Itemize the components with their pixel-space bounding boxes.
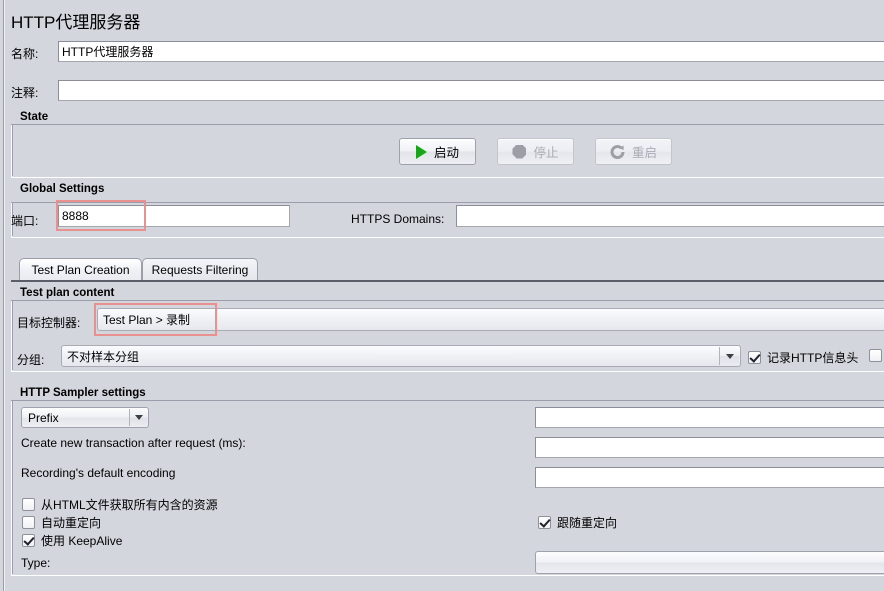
stop-button[interactable]: 停止 xyxy=(497,138,574,165)
follow-redirects-checkbox[interactable]: 跟随重定向 xyxy=(538,514,617,531)
chevron-down-icon[interactable] xyxy=(129,409,147,426)
recording-default-encoding-label: Recording's default encoding xyxy=(21,466,176,480)
start-button-label: 启动 xyxy=(433,146,459,160)
name-input[interactable]: HTTP代理服务器 xyxy=(58,41,884,62)
auto-redirect-checkbox[interactable]: 自动重定向 xyxy=(22,514,101,531)
create-new-transaction-label: Create new transaction after request (ms… xyxy=(21,436,246,450)
port-input[interactable]: 8888 xyxy=(58,205,290,227)
stop-icon xyxy=(512,144,527,159)
follow-redirects-label: 跟随重定向 xyxy=(557,516,618,530)
target-controller-value: Test Plan > 录制 xyxy=(103,313,191,327)
checkbox-box[interactable] xyxy=(869,349,882,362)
start-button[interactable]: 启动 xyxy=(399,138,476,165)
page-title: HTTP代理服务器 xyxy=(11,13,141,32)
retrieve-embedded-resources-checkbox[interactable]: 从HTML文件获取所有内含的资源 xyxy=(22,496,218,513)
tab-underline xyxy=(11,280,884,282)
grouping-value: 不对样本分组 xyxy=(67,349,140,364)
http-sampler-settings-title: HTTP Sampler settings xyxy=(17,387,149,399)
https-domains-input[interactable] xyxy=(456,205,884,227)
retrieve-embedded-resources-label: 从HTML文件获取所有内含的资源 xyxy=(41,498,218,512)
target-controller-label: 目标控制器: xyxy=(17,316,81,330)
stop-button-label: 停止 xyxy=(533,146,559,160)
auto-redirect-label: 自动重定向 xyxy=(41,516,102,530)
tab-test-plan-creation-label: Test Plan Creation xyxy=(31,262,130,277)
test-plan-content-top-rule xyxy=(11,300,884,301)
checkbox-box[interactable] xyxy=(22,516,35,529)
checkbox-box[interactable] xyxy=(538,516,551,529)
name-label: 名称: xyxy=(11,47,39,61)
state-panel-title: State xyxy=(17,111,52,123)
viewport-left-border-highlight xyxy=(4,0,5,591)
use-keepalive-label: 使用 KeepAlive xyxy=(41,534,123,548)
tab-requests-filtering[interactable]: Requests Filtering xyxy=(142,258,258,280)
port-label: 端口: xyxy=(11,214,39,228)
prefix-mode-combo[interactable]: Prefix xyxy=(21,407,149,428)
target-controller-combo[interactable]: Test Plan > 录制 xyxy=(97,308,884,331)
chevron-down-icon[interactable] xyxy=(719,347,739,365)
play-icon xyxy=(415,144,427,159)
http-proxy-server-panel: HTTP代理服务器 名称: HTTP代理服务器 注释: State 启动 停止 … xyxy=(0,0,884,591)
prefix-mode-value: Prefix xyxy=(28,410,59,425)
http-sampler-settings-top-rule xyxy=(11,400,884,401)
extra-option-checkbox[interactable] xyxy=(869,349,882,362)
comment-label: 注释: xyxy=(11,86,39,100)
use-keepalive-checkbox[interactable]: 使用 KeepAlive xyxy=(22,532,122,549)
state-panel-top-rule xyxy=(11,124,884,125)
prefix-input[interactable] xyxy=(535,407,884,428)
create-new-transaction-input[interactable] xyxy=(535,437,884,458)
comment-input[interactable] xyxy=(58,80,884,101)
recording-default-encoding-input[interactable] xyxy=(535,467,884,488)
restart-button[interactable]: 重启 xyxy=(595,138,672,165)
global-settings-top-rule xyxy=(11,202,884,203)
type-label: Type: xyxy=(21,556,51,570)
restart-button-label: 重启 xyxy=(631,146,657,160)
tab-test-plan-creation[interactable]: Test Plan Creation xyxy=(19,258,142,280)
restart-icon xyxy=(610,144,625,159)
test-plan-content-title: Test plan content xyxy=(17,287,118,299)
https-domains-label: HTTPS Domains: xyxy=(351,212,445,226)
checkbox-box[interactable] xyxy=(748,351,761,364)
type-combo[interactable] xyxy=(535,551,884,574)
grouping-label: 分组: xyxy=(17,353,45,367)
tab-requests-filtering-label: Requests Filtering xyxy=(151,262,249,277)
capture-http-headers-label: 记录HTTP信息头 xyxy=(767,351,859,365)
capture-http-headers-checkbox[interactable]: 记录HTTP信息头 xyxy=(748,349,858,366)
global-settings-title: Global Settings xyxy=(17,183,108,195)
checkbox-box[interactable] xyxy=(22,498,35,511)
checkbox-box[interactable] xyxy=(22,534,35,547)
grouping-combo[interactable]: 不对样本分组 xyxy=(61,345,741,367)
